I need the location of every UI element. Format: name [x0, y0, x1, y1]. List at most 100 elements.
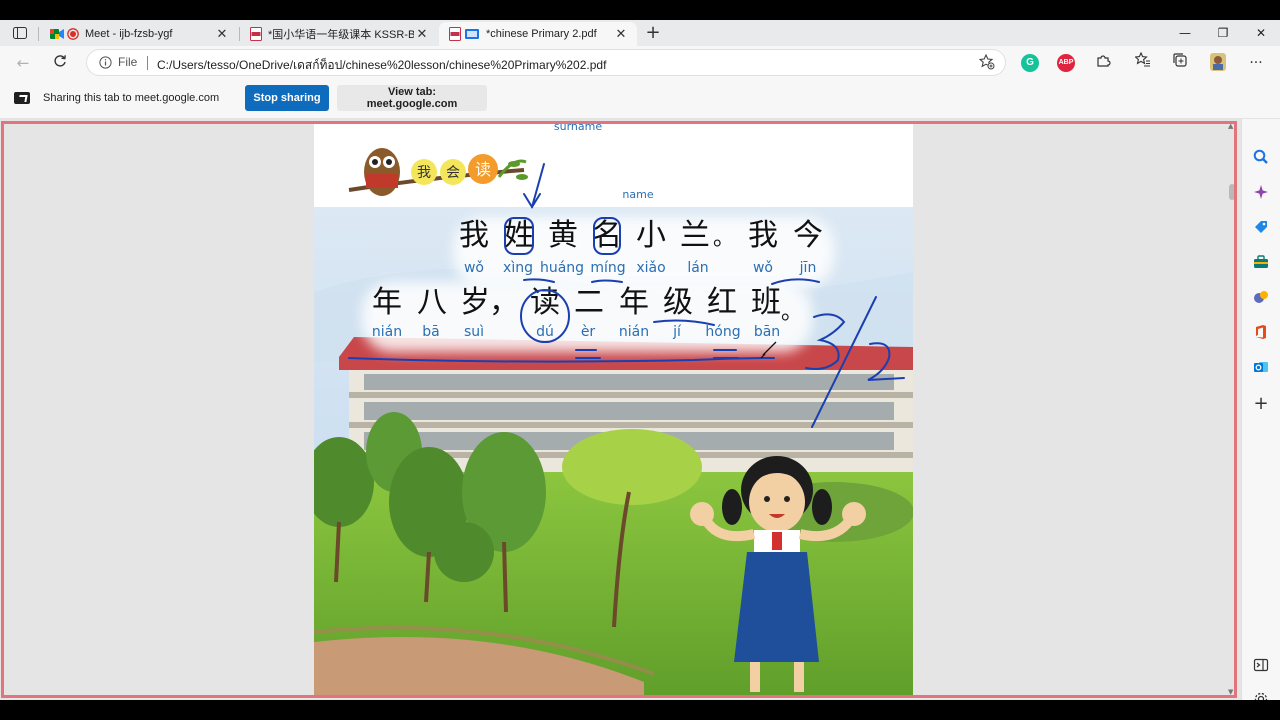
text-char: 二 [574, 285, 604, 320]
text-char: 红 [707, 285, 737, 320]
meet-icon [50, 28, 79, 40]
tools-icon[interactable] [1252, 254, 1270, 272]
pinyin: jīn [799, 260, 817, 276]
sparkle-icon[interactable] [1252, 184, 1270, 202]
pdf-page: surname name 我 会 读 我 姓 黄 名 小 兰 。 我 今 wǒ … [314, 122, 913, 698]
more-options-icon[interactable]: ··· [1245, 52, 1267, 74]
navigation-bar: ← File C:/Users/tesso/OneDrive/เดสก์ท็อป… [0, 46, 1280, 80]
text-char: 今 [793, 218, 823, 253]
pdf-icon [449, 27, 480, 41]
url-text[interactable]: C:/Users/tesso/OneDrive/เดสก์ท็อป/chines… [157, 56, 606, 75]
tab-pdf-active[interactable]: *chinese Primary 2.pdf ✕ [439, 22, 637, 46]
text-char: ， [489, 285, 519, 320]
page-illustration: surname name 我 会 读 我 姓 黄 名 小 兰 。 我 今 wǒ … [314, 122, 913, 698]
pinyin: bā [422, 324, 439, 340]
add-sidebar-app-icon[interactable]: + [1252, 395, 1270, 413]
name-annotation: name [622, 188, 653, 201]
text-char: 黄 [548, 218, 578, 253]
favorite-star-icon[interactable] [978, 53, 995, 74]
text-char: 名 [592, 218, 622, 253]
text-char: 姓 [504, 218, 534, 253]
hide-sidebar-icon[interactable] [1252, 657, 1270, 675]
text-char: 年 [372, 285, 402, 320]
recording-icon [67, 28, 79, 40]
view-tab-button[interactable]: View tab: meet.google.com [337, 85, 487, 111]
text-char: 年 [619, 285, 649, 320]
top-letterbox [0, 0, 1280, 20]
pinyin: xiǎo [636, 260, 665, 276]
pinyin: wǒ [753, 260, 773, 276]
outlook-icon[interactable] [1252, 359, 1270, 377]
pdf-viewer: surname name 我 会 读 我 姓 黄 名 小 兰 。 我 今 wǒ … [0, 119, 1280, 700]
sharing-infobar: Sharing this tab to meet.google.com Stop… [0, 80, 1280, 119]
close-icon[interactable]: ✕ [414, 26, 430, 42]
surname-annotation: surname [554, 122, 602, 133]
screen-share-icon [465, 29, 479, 39]
close-icon[interactable]: ✕ [613, 26, 629, 42]
profile-avatar[interactable] [1207, 52, 1229, 74]
text-char: 八 [417, 285, 447, 320]
share-screen-icon [14, 92, 30, 104]
close-window-button[interactable]: ✕ [1242, 24, 1280, 42]
tab-pdf-1[interactable]: *国小华语一年级课本 KSSR-Baha ✕ [240, 22, 438, 46]
pinyin: nián [372, 324, 402, 340]
pinyin: suì [464, 324, 484, 340]
games-icon[interactable] [1252, 289, 1270, 307]
pinyin: wǒ [464, 260, 484, 276]
tab-label: *国小华语一年级课本 KSSR-Baha [268, 29, 414, 41]
search-icon[interactable] [1252, 149, 1270, 167]
text-char: 小 [636, 218, 666, 253]
text-char: 班 [751, 285, 781, 320]
tab-meet[interactable]: Meet - ijb-fzsb-ygf ✕ [40, 22, 238, 46]
stop-sharing-button[interactable]: Stop sharing [245, 85, 329, 111]
edge-sidebar: + [1241, 119, 1280, 700]
shopping-tag-icon[interactable] [1252, 219, 1270, 237]
pinyin: huáng [540, 260, 584, 276]
close-icon[interactable]: ✕ [214, 26, 230, 42]
adblock-icon[interactable]: ABP [1057, 54, 1075, 72]
tab-label: *chinese Primary 2.pdf [486, 28, 597, 40]
settings-gear-icon[interactable] [1252, 691, 1270, 700]
minimize-button[interactable]: — [1166, 24, 1204, 42]
refresh-icon[interactable] [49, 53, 71, 73]
text-char: 兰 [680, 218, 710, 253]
pinyin: jí [672, 324, 682, 340]
scrollbar-thumb[interactable] [1229, 184, 1235, 200]
pinyin: nián [619, 324, 649, 340]
collections-icon[interactable] [1169, 52, 1191, 74]
site-info[interactable]: File [99, 55, 137, 69]
logo-char: 会 [446, 165, 460, 181]
info-icon [99, 55, 112, 69]
tab-strip: Meet - ijb-fzsb-ygf ✕ *国小华语一年级课本 KSSR-Ba… [0, 20, 1280, 46]
pinyin: lán [687, 260, 708, 276]
pinyin: èr [581, 324, 596, 340]
pinyin: hóng [705, 324, 740, 340]
vertical-scrollbar[interactable]: ▲ ▼ [1227, 122, 1237, 696]
scheme-label: File [118, 55, 138, 69]
pinyin: míng [590, 260, 625, 276]
text-char: 。 [781, 300, 803, 325]
maximize-button[interactable]: ❐ [1204, 24, 1242, 42]
extensions-icon[interactable] [1092, 52, 1114, 74]
tab-actions-icon[interactable] [8, 23, 32, 43]
text-char: 级 [663, 285, 693, 320]
back-icon[interactable]: ← [12, 53, 34, 73]
office-icon[interactable] [1252, 324, 1270, 342]
browser-window: Meet - ijb-fzsb-ygf ✕ *国小华语一年级课本 KSSR-Ba… [0, 20, 1280, 700]
grammarly-icon[interactable]: G [1021, 54, 1039, 72]
bottom-letterbox [0, 700, 1280, 720]
logo-char: 我 [417, 165, 431, 181]
text-char: 我 [459, 218, 489, 253]
pdf-icon [250, 27, 262, 41]
sharing-message: Sharing this tab to meet.google.com [43, 92, 220, 104]
favorites-icon[interactable] [1132, 51, 1154, 74]
address-bar[interactable]: File C:/Users/tesso/OneDrive/เดสก์ท็อป/c… [86, 49, 1006, 76]
pinyin: dú [536, 324, 554, 340]
text-char: 我 [748, 218, 778, 253]
tab-label: Meet - ijb-fzsb-ygf [85, 28, 173, 40]
new-tab-button[interactable]: + [643, 23, 663, 43]
pinyin: xìng [503, 260, 533, 276]
logo-char: 读 [475, 160, 491, 179]
text-char: 。 [713, 226, 735, 251]
pinyin: bān [754, 324, 780, 340]
